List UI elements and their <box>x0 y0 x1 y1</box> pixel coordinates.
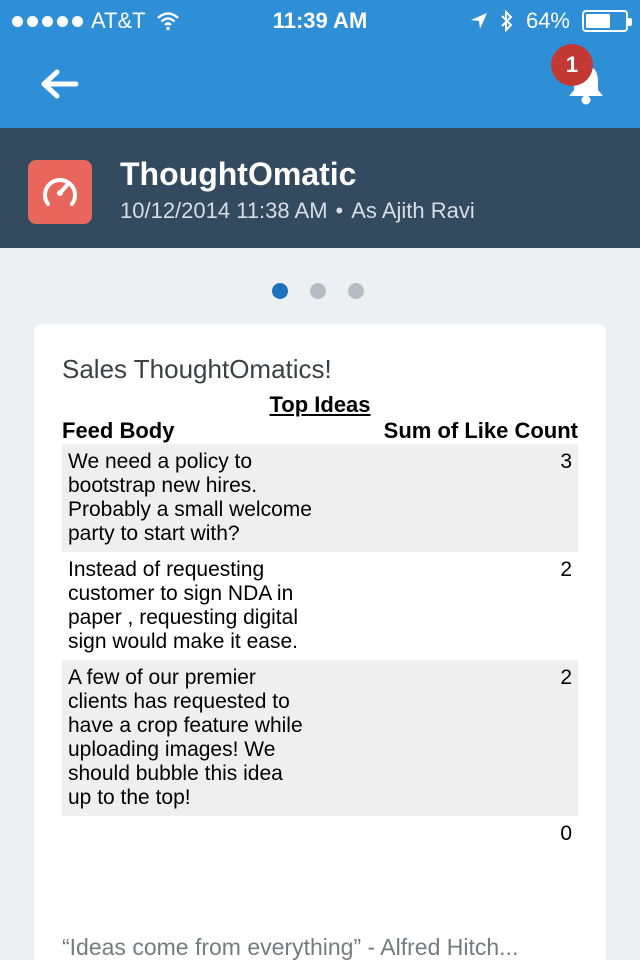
page-indicator[interactable] <box>272 283 364 299</box>
report-table: We need a policy to bootstrap new hires.… <box>62 444 578 852</box>
page-dot-1[interactable] <box>272 283 288 299</box>
feed-body-cell: We need a policy to bootstrap new hires.… <box>68 450 312 545</box>
like-count-cell: 2 <box>560 666 572 689</box>
quote-text: “Ideas come from everything” - Alfred Hi… <box>62 934 519 960</box>
feed-body-cell <box>62 816 312 828</box>
page-title: ThoughtOmatic <box>120 156 357 192</box>
record-meta: 10/12/2014 11:38 AM • As Ajith Ravi <box>120 198 475 224</box>
card-title: Sales ThoughtOmatics! <box>62 354 332 384</box>
app-icon <box>28 160 92 224</box>
speedometer-icon <box>43 178 77 206</box>
back-button[interactable] <box>40 64 80 104</box>
table-row: 0 <box>62 816 578 852</box>
battery-icon <box>582 10 632 32</box>
table-row: A few of our premier clients has request… <box>62 660 578 816</box>
report-card: Sales ThoughtOmatics! Top Ideas Feed Bod… <box>34 324 606 960</box>
back-arrow-icon <box>41 69 79 99</box>
column-header-like-count: Sum of Like Count <box>383 418 578 443</box>
battery-percent: 64% <box>525 8 570 33</box>
feed-body-cell: Instead of requesting customer to sign N… <box>68 558 298 653</box>
bluetooth-icon <box>501 10 513 32</box>
report-title: Top Ideas <box>269 392 371 417</box>
like-count-cell: 3 <box>560 450 572 473</box>
notification-badge[interactable]: 1 <box>551 44 593 86</box>
table-row: Instead of requesting customer to sign N… <box>62 552 578 660</box>
timestamp: 10/12/2014 11:38 AM <box>120 198 328 223</box>
page-dot-3[interactable] <box>348 283 364 299</box>
column-header-feed-body: Feed Body <box>62 418 175 443</box>
location-arrow-icon <box>470 13 487 29</box>
feed-body-cell: A few of our premier clients has request… <box>68 666 303 809</box>
table-row: We need a policy to bootstrap new hires.… <box>62 444 578 552</box>
top-bar: AT&T 11:39 AM 64% 1 <box>0 0 640 128</box>
status-bar: AT&T 11:39 AM 64% <box>0 0 640 40</box>
meta-separator: • <box>335 198 344 223</box>
battery-fill <box>586 14 611 28</box>
author-label: As Ajith Ravi <box>351 198 475 223</box>
record-header: ThoughtOmatic 10/12/2014 11:38 AM • As Aji… <box>0 128 640 248</box>
like-count-cell: 0 <box>560 822 572 845</box>
like-count-cell: 2 <box>560 558 572 581</box>
page-dot-2[interactable] <box>310 283 326 299</box>
